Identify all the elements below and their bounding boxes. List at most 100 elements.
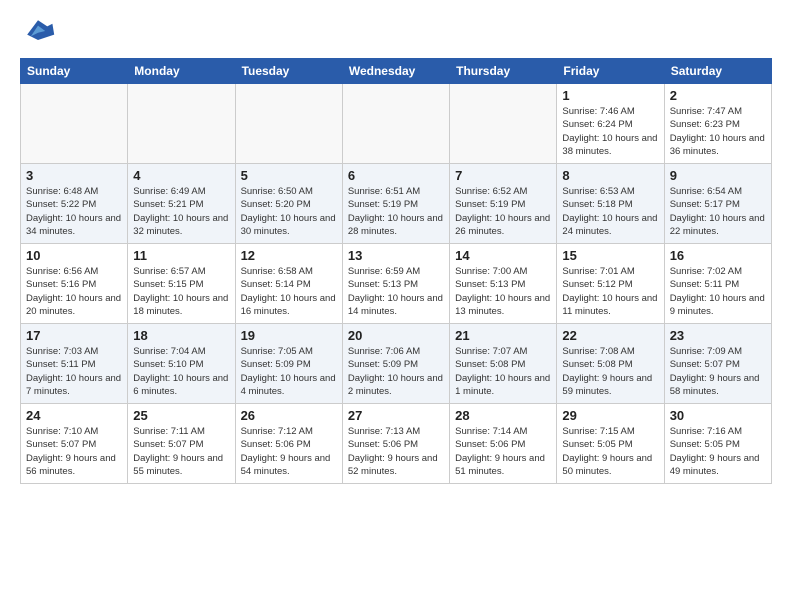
calendar-header: SundayMondayTuesdayWednesdayThursdayFrid… <box>21 59 772 84</box>
day-number: 19 <box>241 328 337 343</box>
calendar-cell: 9 Sunrise: 6:54 AM Sunset: 5:17 PM Daylig… <box>664 164 771 244</box>
day-number: 16 <box>670 248 766 263</box>
day-number: 7 <box>455 168 551 183</box>
day-info: Sunrise: 7:03 AM Sunset: 5:11 PM Dayligh… <box>26 345 122 398</box>
day-number: 21 <box>455 328 551 343</box>
day-number: 8 <box>562 168 658 183</box>
calendar-cell: 12 Sunrise: 6:58 AM Sunset: 5:14 PM Dayli… <box>235 244 342 324</box>
calendar-cell: 4 Sunrise: 6:49 AM Sunset: 5:21 PM Daylig… <box>128 164 235 244</box>
day-number: 13 <box>348 248 444 263</box>
logo-icon <box>20 16 56 46</box>
calendar-cell: 20 Sunrise: 7:06 AM Sunset: 5:09 PM Dayli… <box>342 324 449 404</box>
day-info: Sunrise: 7:10 AM Sunset: 5:07 PM Dayligh… <box>26 425 122 478</box>
day-info: Sunrise: 6:54 AM Sunset: 5:17 PM Dayligh… <box>670 185 766 238</box>
day-number: 30 <box>670 408 766 423</box>
day-info: Sunrise: 6:56 AM Sunset: 5:16 PM Dayligh… <box>26 265 122 318</box>
day-number: 10 <box>26 248 122 263</box>
calendar-cell: 19 Sunrise: 7:05 AM Sunset: 5:09 PM Dayli… <box>235 324 342 404</box>
calendar-cell: 26 Sunrise: 7:12 AM Sunset: 5:06 PM Dayli… <box>235 404 342 484</box>
day-info: Sunrise: 7:12 AM Sunset: 5:06 PM Dayligh… <box>241 425 337 478</box>
day-number: 27 <box>348 408 444 423</box>
calendar-cell: 16 Sunrise: 7:02 AM Sunset: 5:11 PM Dayli… <box>664 244 771 324</box>
day-number: 5 <box>241 168 337 183</box>
calendar-cell: 15Sunrise: 7:01 AM Sunset: 5:12 PM Dayli… <box>557 244 664 324</box>
calendar-cell <box>450 84 557 164</box>
page: SundayMondayTuesdayWednesdayThursdayFrid… <box>0 0 792 496</box>
calendar-cell: 28 Sunrise: 7:14 AM Sunset: 5:06 PM Dayli… <box>450 404 557 484</box>
day-info: Sunrise: 7:06 AM Sunset: 5:09 PM Dayligh… <box>348 345 444 398</box>
header <box>20 16 772 46</box>
day-info: Sunrise: 6:59 AM Sunset: 5:13 PM Dayligh… <box>348 265 444 318</box>
day-info: Sunrise: 6:48 AM Sunset: 5:22 PM Dayligh… <box>26 185 122 238</box>
calendar-cell: 21Sunrise: 7:07 AM Sunset: 5:08 PM Dayli… <box>450 324 557 404</box>
day-number: 12 <box>241 248 337 263</box>
day-info: Sunrise: 6:51 AM Sunset: 5:19 PM Dayligh… <box>348 185 444 238</box>
day-info: Sunrise: 7:15 AM Sunset: 5:05 PM Dayligh… <box>562 425 658 478</box>
day-info: Sunrise: 7:13 AM Sunset: 5:06 PM Dayligh… <box>348 425 444 478</box>
calendar-cell: 27 Sunrise: 7:13 AM Sunset: 5:06 PM Dayli… <box>342 404 449 484</box>
calendar-week: 3Sunrise: 6:48 AM Sunset: 5:22 PM Daylig… <box>21 164 772 244</box>
day-info: Sunrise: 6:52 AM Sunset: 5:19 PM Dayligh… <box>455 185 551 238</box>
day-number: 2 <box>670 88 766 103</box>
calendar-cell: 22 Sunrise: 7:08 AM Sunset: 5:08 PM Dayli… <box>557 324 664 404</box>
day-number: 26 <box>241 408 337 423</box>
weekday-header: Saturday <box>664 59 771 84</box>
calendar-cell: 18 Sunrise: 7:04 AM Sunset: 5:10 PM Dayli… <box>128 324 235 404</box>
calendar-cell: 8Sunrise: 6:53 AM Sunset: 5:18 PM Daylig… <box>557 164 664 244</box>
day-number: 14 <box>455 248 551 263</box>
calendar-week: 1Sunrise: 7:46 AM Sunset: 6:24 PM Daylig… <box>21 84 772 164</box>
day-info: Sunrise: 7:00 AM Sunset: 5:13 PM Dayligh… <box>455 265 551 318</box>
day-number: 22 <box>562 328 658 343</box>
day-number: 23 <box>670 328 766 343</box>
calendar-cell <box>342 84 449 164</box>
calendar-cell: 23 Sunrise: 7:09 AM Sunset: 5:07 PM Dayli… <box>664 324 771 404</box>
calendar-cell: 29 Sunrise: 7:15 AM Sunset: 5:05 PM Dayli… <box>557 404 664 484</box>
calendar: SundayMondayTuesdayWednesdayThursdayFrid… <box>20 58 772 484</box>
day-number: 24 <box>26 408 122 423</box>
day-number: 28 <box>455 408 551 423</box>
day-info: Sunrise: 7:16 AM Sunset: 5:05 PM Dayligh… <box>670 425 766 478</box>
day-info: Sunrise: 6:50 AM Sunset: 5:20 PM Dayligh… <box>241 185 337 238</box>
day-number: 11 <box>133 248 229 263</box>
day-info: Sunrise: 7:04 AM Sunset: 5:10 PM Dayligh… <box>133 345 229 398</box>
weekday-row: SundayMondayTuesdayWednesdayThursdayFrid… <box>21 59 772 84</box>
day-number: 20 <box>348 328 444 343</box>
calendar-cell <box>128 84 235 164</box>
calendar-cell: 11 Sunrise: 6:57 AM Sunset: 5:15 PM Dayli… <box>128 244 235 324</box>
calendar-cell: 7 Sunrise: 6:52 AM Sunset: 5:19 PM Daylig… <box>450 164 557 244</box>
day-number: 29 <box>562 408 658 423</box>
weekday-header: Friday <box>557 59 664 84</box>
day-info: Sunrise: 6:49 AM Sunset: 5:21 PM Dayligh… <box>133 185 229 238</box>
calendar-cell: 14 Sunrise: 7:00 AM Sunset: 5:13 PM Dayli… <box>450 244 557 324</box>
weekday-header: Wednesday <box>342 59 449 84</box>
calendar-body: 1Sunrise: 7:46 AM Sunset: 6:24 PM Daylig… <box>21 84 772 484</box>
calendar-cell <box>21 84 128 164</box>
logo <box>20 16 62 46</box>
calendar-cell: 10 Sunrise: 6:56 AM Sunset: 5:16 PM Dayli… <box>21 244 128 324</box>
day-number: 4 <box>133 168 229 183</box>
calendar-cell: 5 Sunrise: 6:50 AM Sunset: 5:20 PM Daylig… <box>235 164 342 244</box>
weekday-header: Tuesday <box>235 59 342 84</box>
calendar-cell <box>235 84 342 164</box>
calendar-cell: 6Sunrise: 6:51 AM Sunset: 5:19 PM Daylig… <box>342 164 449 244</box>
day-info: Sunrise: 6:58 AM Sunset: 5:14 PM Dayligh… <box>241 265 337 318</box>
calendar-week: 17Sunrise: 7:03 AM Sunset: 5:11 PM Dayli… <box>21 324 772 404</box>
day-number: 18 <box>133 328 229 343</box>
day-info: Sunrise: 6:57 AM Sunset: 5:15 PM Dayligh… <box>133 265 229 318</box>
day-info: Sunrise: 7:14 AM Sunset: 5:06 PM Dayligh… <box>455 425 551 478</box>
calendar-week: 24 Sunrise: 7:10 AM Sunset: 5:07 PM Dayli… <box>21 404 772 484</box>
calendar-cell: 2Sunrise: 7:47 AM Sunset: 6:23 PM Daylig… <box>664 84 771 164</box>
calendar-week: 10 Sunrise: 6:56 AM Sunset: 5:16 PM Dayli… <box>21 244 772 324</box>
day-info: Sunrise: 7:46 AM Sunset: 6:24 PM Dayligh… <box>562 105 658 158</box>
calendar-cell: 17Sunrise: 7:03 AM Sunset: 5:11 PM Dayli… <box>21 324 128 404</box>
day-info: Sunrise: 7:05 AM Sunset: 5:09 PM Dayligh… <box>241 345 337 398</box>
day-number: 9 <box>670 168 766 183</box>
calendar-cell: 1Sunrise: 7:46 AM Sunset: 6:24 PM Daylig… <box>557 84 664 164</box>
day-info: Sunrise: 7:02 AM Sunset: 5:11 PM Dayligh… <box>670 265 766 318</box>
day-number: 25 <box>133 408 229 423</box>
day-info: Sunrise: 7:09 AM Sunset: 5:07 PM Dayligh… <box>670 345 766 398</box>
calendar-cell: 3Sunrise: 6:48 AM Sunset: 5:22 PM Daylig… <box>21 164 128 244</box>
day-info: Sunrise: 7:08 AM Sunset: 5:08 PM Dayligh… <box>562 345 658 398</box>
weekday-header: Monday <box>128 59 235 84</box>
calendar-cell: 30 Sunrise: 7:16 AM Sunset: 5:05 PM Dayli… <box>664 404 771 484</box>
